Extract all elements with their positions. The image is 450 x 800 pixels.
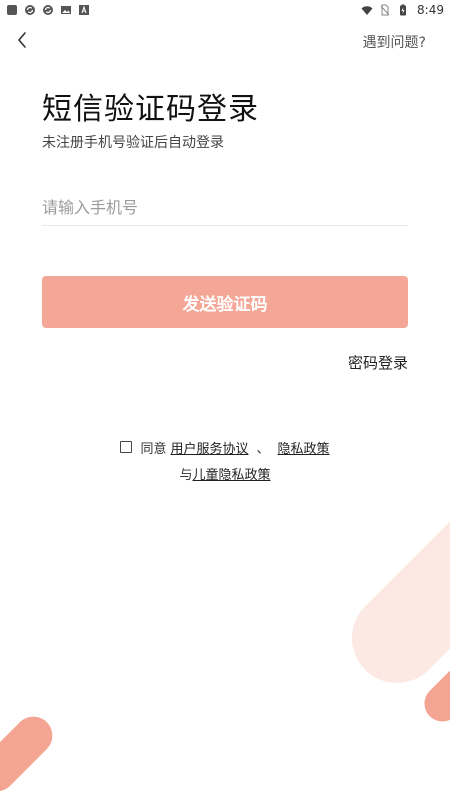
status-bar-left (6, 4, 90, 16)
wifi-icon (361, 4, 373, 16)
password-login-link[interactable]: 密码登录 (348, 352, 408, 373)
page-title: 短信验证码登录 (42, 92, 259, 127)
phone-number-input[interactable] (42, 190, 408, 226)
help-link[interactable]: 遇到问题? (363, 32, 426, 52)
user-agreement-link[interactable]: 用户服务协议 (170, 438, 248, 457)
page-subtitle: 未注册手机号验证后自动登录 (42, 135, 224, 151)
chevron-left-icon (18, 32, 26, 48)
agree-prefix: 同意 (140, 441, 167, 457)
app-icon (6, 4, 18, 16)
child-privacy-link[interactable]: 儿童隐私政策 (193, 464, 271, 483)
agreement-separator: 、 (256, 441, 270, 457)
send-code-button[interactable]: 发送验证码 (42, 276, 408, 328)
child-prefix: 与 (179, 467, 193, 483)
decor-shape-light (333, 468, 450, 702)
status-bar: 8:49 (0, 0, 450, 20)
sync-icon (42, 4, 54, 16)
font-icon (78, 4, 90, 16)
agreement-section: 同意 用户服务协议 、 隐私政策 与 儿童隐私政策 (0, 437, 450, 483)
agreement-line: 同意 用户服务协议 、 隐私政策 (0, 437, 450, 457)
status-bar-right: 8:49 (361, 3, 444, 17)
decor-shape-left (0, 708, 61, 800)
agree-checkbox[interactable] (120, 441, 133, 453)
image-icon (60, 4, 72, 16)
back-button[interactable] (10, 26, 34, 54)
privacy-policy-link[interactable]: 隐私政策 (278, 438, 330, 457)
status-time: 8:49 (417, 3, 444, 17)
sync-icon (24, 4, 36, 16)
top-nav: 遇到问题? (0, 24, 450, 56)
no-sim-icon (379, 4, 391, 16)
child-agreement-line: 与 儿童隐私政策 (0, 463, 450, 483)
battery-charging-icon (397, 4, 409, 16)
